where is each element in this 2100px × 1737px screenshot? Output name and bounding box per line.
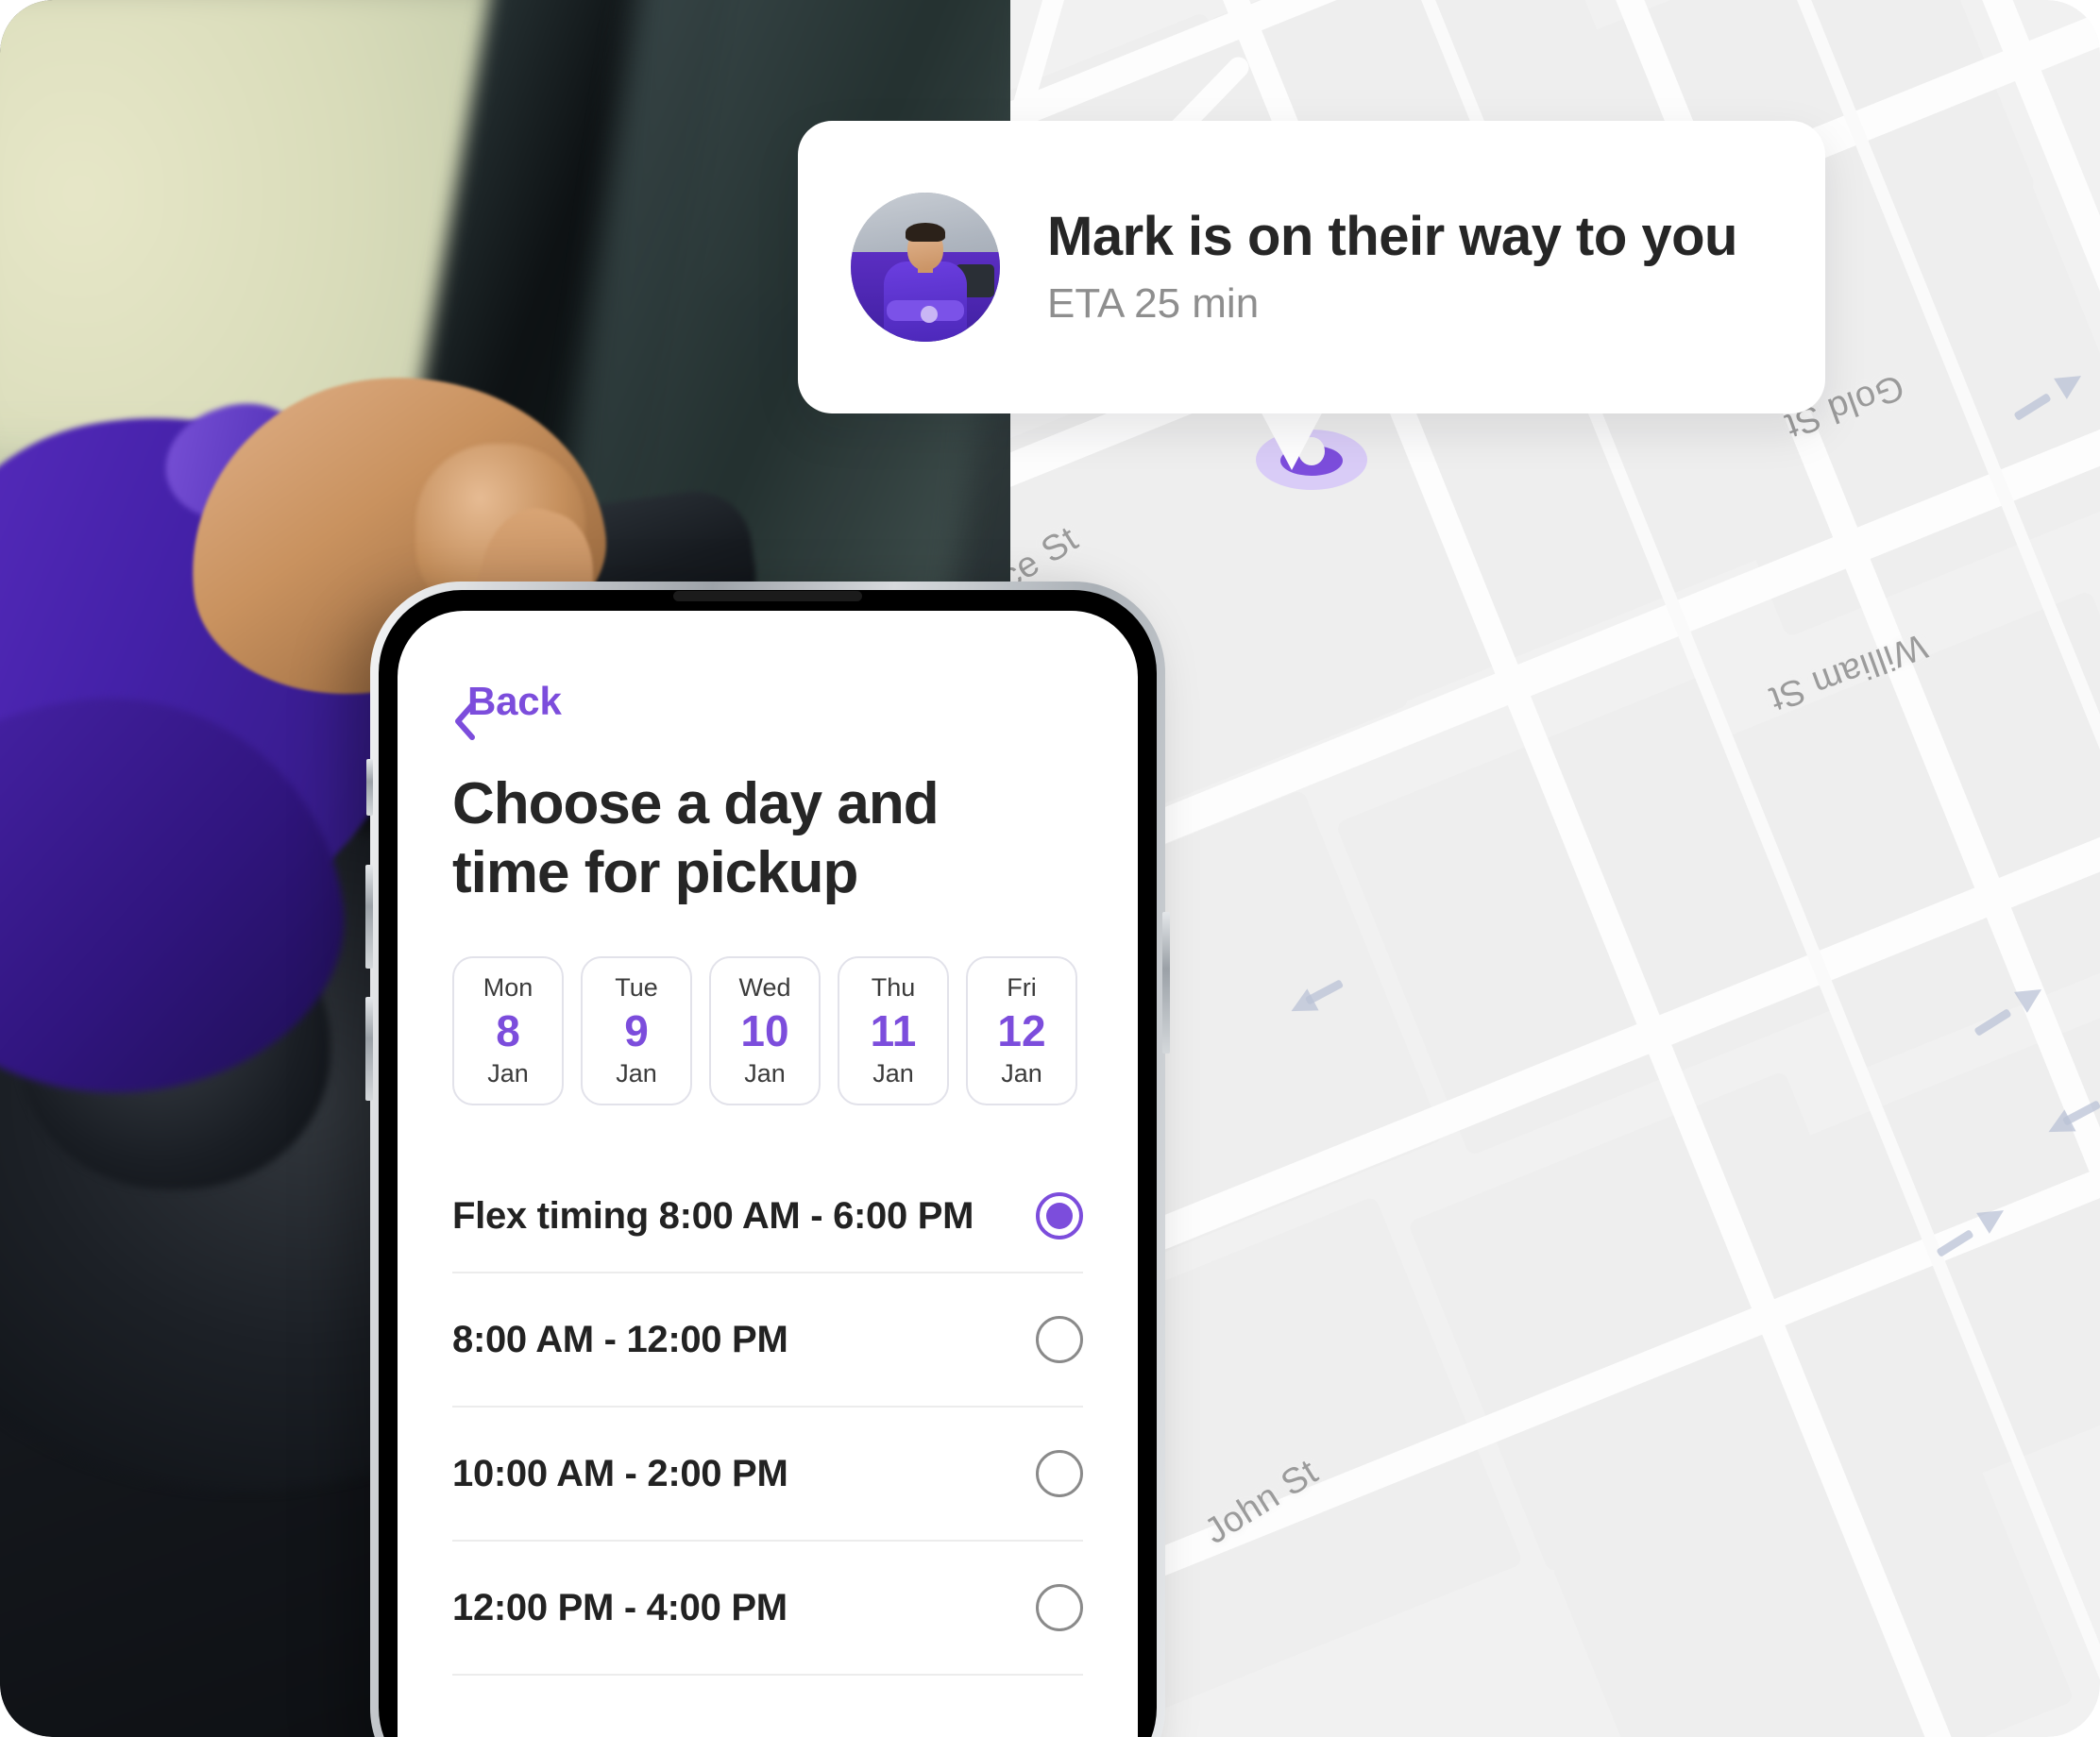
day-chip-weekday: Wed	[738, 973, 791, 1003]
day-chip-weekday: Mon	[483, 973, 533, 1003]
day-chip-date: 11	[870, 1006, 917, 1056]
day-chip-month: Jan	[744, 1059, 786, 1088]
time-slot-label: 10:00 AM - 2:00 PM	[452, 1452, 788, 1494]
phone-bezel: Back Choose a day and time for pickup Mo…	[379, 590, 1157, 1737]
driver-avatar	[851, 193, 1000, 342]
day-chip-date: 9	[624, 1006, 649, 1056]
time-slot-radio[interactable]	[1036, 1584, 1083, 1632]
day-chip-wed-10[interactable]: Wed 10 Jan	[709, 956, 821, 1106]
phone-volume-up-button[interactable]	[365, 865, 373, 969]
promo-composition: Gold St William St Spruce St Park Row An…	[0, 0, 2100, 1737]
page-title-line-2: time for pickup	[452, 840, 858, 906]
phone-mute-switch[interactable]	[366, 759, 373, 816]
time-slot-radio-selected[interactable]	[1036, 1192, 1083, 1240]
time-slot-label: Flex timing 8:00 AM - 6:00 PM	[452, 1194, 974, 1237]
day-chip-month: Jan	[616, 1059, 657, 1088]
time-slot-row-afternoon[interactable]: 12:00 PM - 4:00 PM	[452, 1542, 1083, 1677]
time-slot-row-morning[interactable]: 8:00 AM - 12:00 PM	[452, 1273, 1083, 1408]
time-slot-list[interactable]: Flex timing 8:00 AM - 6:00 PM 8:00 AM - …	[452, 1160, 1083, 1677]
avatar-hair	[905, 222, 946, 243]
notification-eta: ETA 25 min	[1047, 279, 1260, 327]
day-chip-tue-9[interactable]: Tue 9 Jan	[581, 956, 692, 1106]
page-title: Choose a day and time for pickup	[452, 769, 1083, 907]
day-chip-month: Jan	[872, 1059, 914, 1088]
day-chip-weekday: Fri	[1007, 973, 1037, 1003]
back-button-label: Back	[467, 679, 562, 723]
day-chip-weekday: Tue	[615, 973, 658, 1003]
notification-title: Mark is on their way to you	[1047, 206, 1737, 268]
time-slot-label: 12:00 PM - 4:00 PM	[452, 1586, 788, 1628]
time-slot-row-midday[interactable]: 10:00 AM - 2:00 PM	[452, 1408, 1083, 1543]
phone-volume-down-button[interactable]	[365, 997, 373, 1101]
time-slot-label: 8:00 AM - 12:00 PM	[452, 1318, 788, 1360]
page-title-line-1: Choose a day and	[452, 771, 940, 836]
day-chip-thu-11[interactable]: Thu 11 Jan	[838, 956, 949, 1106]
day-chip-month: Jan	[487, 1059, 529, 1088]
day-chip-date: 10	[740, 1006, 789, 1056]
time-slot-radio[interactable]	[1036, 1316, 1083, 1364]
day-chip-mon-8[interactable]: Mon 8 Jan	[452, 956, 564, 1106]
day-chip-fri-12[interactable]: Fri 12 Jan	[966, 956, 1077, 1106]
phone-mockup: Back Choose a day and time for pickup Mo…	[365, 582, 1170, 1737]
time-slot-row-flex[interactable]: Flex timing 8:00 AM - 6:00 PM	[452, 1160, 1083, 1274]
back-button[interactable]: Back	[452, 679, 1083, 740]
notification-pointer	[1258, 406, 1326, 470]
time-slot-radio[interactable]	[1036, 1450, 1083, 1498]
day-chip-date: 8	[496, 1006, 520, 1056]
phone-power-button[interactable]	[1162, 912, 1170, 1054]
driver-notification-card[interactable]: Mark is on their way to you ETA 25 min	[798, 121, 1825, 413]
phone-earpiece-speaker	[673, 591, 862, 601]
day-chip-weekday: Thu	[871, 973, 916, 1003]
day-chip-month: Jan	[1001, 1059, 1042, 1088]
day-chip-date: 12	[997, 1006, 1046, 1056]
day-selector[interactable]: Mon 8 Jan Tue 9 Jan Wed 10 Jan Thu 11 Ja…	[452, 956, 1083, 1106]
notification-text: Mark is on their way to you ETA 25 min	[1047, 207, 1737, 328]
phone-screen[interactable]: Back Choose a day and time for pickup Mo…	[398, 611, 1138, 1737]
